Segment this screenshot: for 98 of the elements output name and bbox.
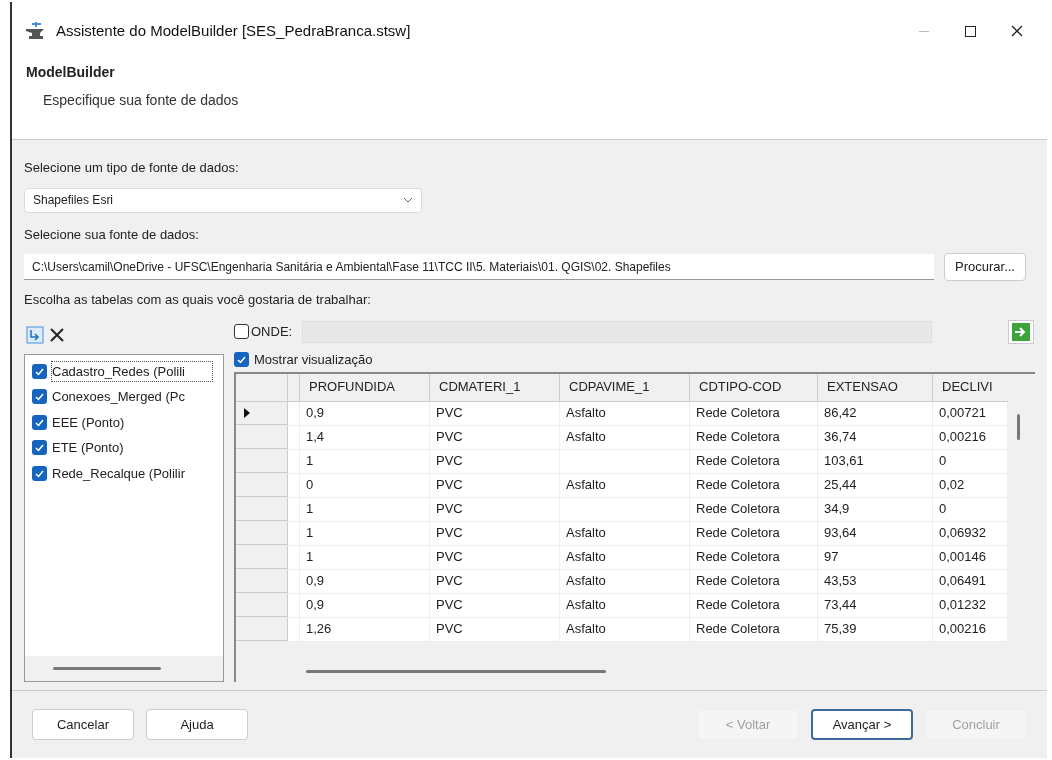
table-cell-text: Rede Coletora bbox=[696, 428, 780, 447]
table-cell-text: PVC bbox=[436, 500, 463, 519]
table-cell-text: 86,42 bbox=[824, 404, 857, 423]
remove-icon[interactable] bbox=[50, 327, 64, 342]
page-subtitle: Especifique sua fonte de dados bbox=[43, 91, 240, 110]
table-cell-text: PVC bbox=[436, 452, 463, 471]
where-checkbox[interactable] bbox=[234, 324, 249, 339]
table-cell-text: PVC bbox=[436, 572, 463, 591]
table-cell-text: PVC bbox=[436, 620, 463, 639]
table-cell-text: Asfalto bbox=[566, 476, 606, 495]
table-cell-text: 0,02 bbox=[939, 476, 965, 495]
table-cell-text: 0 bbox=[306, 476, 314, 495]
table-cell-text: 0,00216 bbox=[939, 428, 986, 447]
table-cell-text: 0,01232 bbox=[939, 596, 986, 615]
table-cell-text: 25,44 bbox=[824, 476, 857, 495]
scrollbar-thumb[interactable] bbox=[53, 667, 161, 670]
check-icon bbox=[34, 442, 45, 454]
table-cell-text: 1 bbox=[306, 452, 314, 471]
table-item[interactable]: EEE (Ponto) bbox=[52, 412, 212, 432]
source-path-field[interactable]: C:\Users\camil\OneDrive - UFSC\Engenharia Sanitária e Ambiental\Fase 11\TCC II\5. Materiais\01. QGIS\02. Shapefiles bbox=[24, 254, 934, 280]
apply-button[interactable] bbox=[1008, 319, 1034, 344]
table-item[interactable]: Rede_Recalque (Polilir bbox=[52, 463, 212, 483]
table-cell-text: Rede Coletora bbox=[696, 620, 780, 639]
table-cell-text: Rede Coletora bbox=[696, 596, 780, 615]
table-checkbox[interactable] bbox=[32, 465, 47, 481]
table-cell-text: Asfalto bbox=[566, 572, 606, 591]
field-label: Selecione sua fonte de dados: bbox=[24, 225, 200, 244]
table-cell-text: 0,9 bbox=[306, 596, 325, 615]
table-cell-text: Asfalto bbox=[566, 428, 606, 447]
table-item[interactable]: ETE (Ponto) bbox=[52, 438, 212, 458]
table-checkbox[interactable] bbox=[32, 440, 47, 456]
table-cell-text: 0,00216 bbox=[939, 620, 986, 639]
table-cell-text: 0 bbox=[939, 500, 947, 519]
add-table-icon[interactable] bbox=[26, 325, 44, 344]
table-cell-text: 73,44 bbox=[824, 596, 857, 615]
preview-checkbox[interactable] bbox=[234, 352, 249, 367]
table-cell-text: PVC bbox=[436, 428, 463, 447]
table-cell-text: 0,00146 bbox=[939, 548, 986, 567]
table-cell-text: Rede Coletora bbox=[696, 524, 780, 543]
dialog-button[interactable]: Avançar > bbox=[811, 709, 913, 740]
table-cell-text: Rede Coletora bbox=[696, 500, 780, 519]
table-item[interactable]: Cadastro_Redes (Polili bbox=[52, 361, 212, 381]
field-label: Escolha as tabelas com as quais você gostaria de trabalhar: bbox=[24, 291, 372, 309]
table-cell-text: 0,9 bbox=[306, 572, 325, 591]
field-label: Selecione um tipo de fonte de dados: bbox=[24, 159, 240, 177]
table-checkbox[interactable] bbox=[32, 363, 47, 379]
table-cell-text: 0,9 bbox=[306, 404, 325, 423]
table-cell-text: PVC bbox=[436, 548, 463, 567]
table-cell-text: 0,06932 bbox=[939, 524, 986, 543]
table-cell-text: 1 bbox=[306, 548, 314, 567]
row-header[interactable] bbox=[236, 401, 288, 425]
table-cell-text: Rede Coletora bbox=[696, 452, 780, 471]
table-cell-text: 103,61 bbox=[824, 452, 864, 471]
table-cell-text: 0,00721 bbox=[939, 404, 986, 423]
chevron-down-icon bbox=[403, 197, 413, 203]
close-icon[interactable] bbox=[1011, 25, 1023, 37]
table-checkbox[interactable] bbox=[32, 389, 47, 405]
dialog-button[interactable]: Ajuda bbox=[146, 709, 248, 740]
current-row-icon bbox=[244, 407, 250, 418]
scrollbar-thumb[interactable] bbox=[1016, 413, 1020, 440]
table-cell-text: Rede Coletora bbox=[696, 572, 780, 591]
table-cell-text: 93,64 bbox=[824, 524, 857, 543]
table-checkbox[interactable] bbox=[32, 414, 47, 430]
page-title: ModelBuilder bbox=[26, 63, 116, 82]
check-icon bbox=[236, 354, 247, 365]
table-cell-text: PVC bbox=[436, 404, 463, 423]
arrow-right-icon bbox=[1012, 322, 1030, 341]
table-cell-text: Asfalto bbox=[566, 404, 606, 423]
table-cell-text: 0,06491 bbox=[939, 572, 986, 591]
dialog-button[interactable]: Cancelar bbox=[32, 709, 134, 740]
table-cell-text: Asfalto bbox=[566, 620, 606, 639]
browse-button[interactable]: Procurar... bbox=[944, 253, 1026, 281]
preview-label: Mostrar visualização bbox=[254, 350, 373, 369]
table-cell-text: 97 bbox=[824, 548, 839, 567]
table-cell-text: 1 bbox=[306, 524, 314, 543]
table-cell-text: Asfalto bbox=[566, 524, 606, 543]
check-icon bbox=[34, 391, 45, 403]
where-label: ONDE: bbox=[251, 322, 293, 341]
table-cell-text: Rede Coletora bbox=[696, 404, 780, 423]
table-cell-text: 36,74 bbox=[824, 428, 857, 447]
table-cell-text: PVC bbox=[436, 524, 463, 543]
scrollbar-thumb[interactable] bbox=[306, 669, 606, 673]
table-cell-text: PVC bbox=[436, 476, 463, 495]
table-cell-text: 43,53 bbox=[824, 572, 857, 591]
table-cell-text: 1,4 bbox=[306, 428, 325, 447]
table-item[interactable]: Conexoes_Merged (Pc bbox=[52, 387, 212, 407]
table-cell-text: 0 bbox=[939, 452, 947, 471]
table-cell-text: PVC bbox=[436, 596, 463, 615]
table-cell-text: 75,39 bbox=[824, 620, 857, 639]
table-cell-text: Asfalto bbox=[566, 548, 606, 567]
table-cell-text: 34,9 bbox=[824, 500, 850, 519]
table-cell-text: Asfalto bbox=[566, 596, 606, 615]
window-title: Assistente do ModelBuilder [SES_PedraBranca.stsw] bbox=[56, 20, 411, 41]
table-cell-text: Rede Coletora bbox=[696, 476, 780, 495]
source-type-dropdown[interactable]: Shapefiles Esri bbox=[24, 187, 422, 213]
table-cell-text: 1 bbox=[306, 500, 314, 519]
table-cell-text: Rede Coletora bbox=[696, 548, 780, 567]
table-cell-text: 1,26 bbox=[306, 620, 332, 639]
